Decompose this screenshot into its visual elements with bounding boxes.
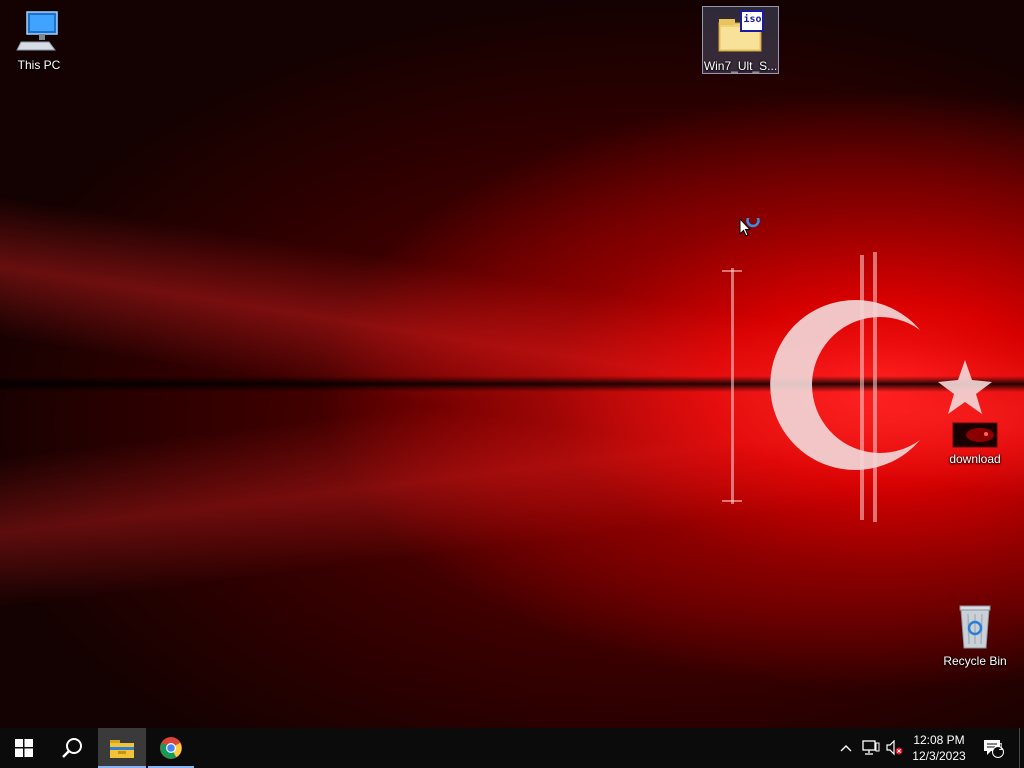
recycle-bin-icon (951, 604, 999, 652)
search-icon (62, 738, 82, 758)
iso-file-label: Win7_Ult_S... (703, 59, 778, 73)
chevron-up-icon (840, 745, 852, 752)
wallpaper-bar (722, 500, 742, 502)
clock-time: 12:08 PM (913, 733, 965, 747)
show-hidden-icons-button[interactable] (836, 728, 856, 768)
file-explorer-taskbar-button[interactable] (98, 728, 146, 768)
taskbar: 12:08 PM 12/3/2023 1 (0, 728, 1024, 768)
volume-muted-icon (886, 740, 903, 756)
iso-badge-text: iso (743, 14, 762, 25)
search-button[interactable] (48, 728, 96, 768)
notification-count: 1 (998, 742, 1004, 753)
desktop[interactable]: This PC iso Win7_Ult_S... download Recyc… (0, 0, 1024, 728)
network-tray-button[interactable] (860, 728, 882, 768)
network-icon (862, 740, 880, 755)
wallpaper-bar (731, 268, 734, 504)
recycle-bin-label: Recycle Bin (943, 654, 1007, 668)
download-desktop-icon[interactable]: download (936, 420, 1014, 466)
chrome-taskbar-button[interactable] (148, 728, 194, 768)
start-button[interactable] (0, 728, 48, 768)
chrome-icon (160, 737, 182, 759)
this-pc-label: This PC (17, 58, 61, 72)
clock-date: 12/3/2023 (912, 749, 966, 763)
image-thumbnail-icon (952, 420, 998, 450)
action-center-button[interactable]: 1 (978, 728, 1008, 768)
recycle-bin-desktop-icon[interactable]: Recycle Bin (936, 604, 1014, 668)
file-explorer-icon (110, 740, 134, 758)
clock-button[interactable]: 12:08 PM 12/3/2023 (908, 728, 970, 768)
volume-tray-button[interactable] (884, 728, 906, 768)
iso-file-desktop-icon[interactable]: iso Win7_Ult_S... (702, 6, 779, 74)
download-label: download (949, 452, 1001, 466)
computer-icon (15, 8, 63, 56)
windows-logo-icon (15, 739, 33, 757)
iso-folder-icon: iso (717, 9, 765, 57)
this-pc-desktop-icon[interactable]: This PC (0, 8, 78, 72)
show-desktop-button[interactable] (1019, 728, 1020, 768)
busy-cursor-icon (739, 218, 760, 237)
wallpaper-bar (722, 270, 742, 272)
